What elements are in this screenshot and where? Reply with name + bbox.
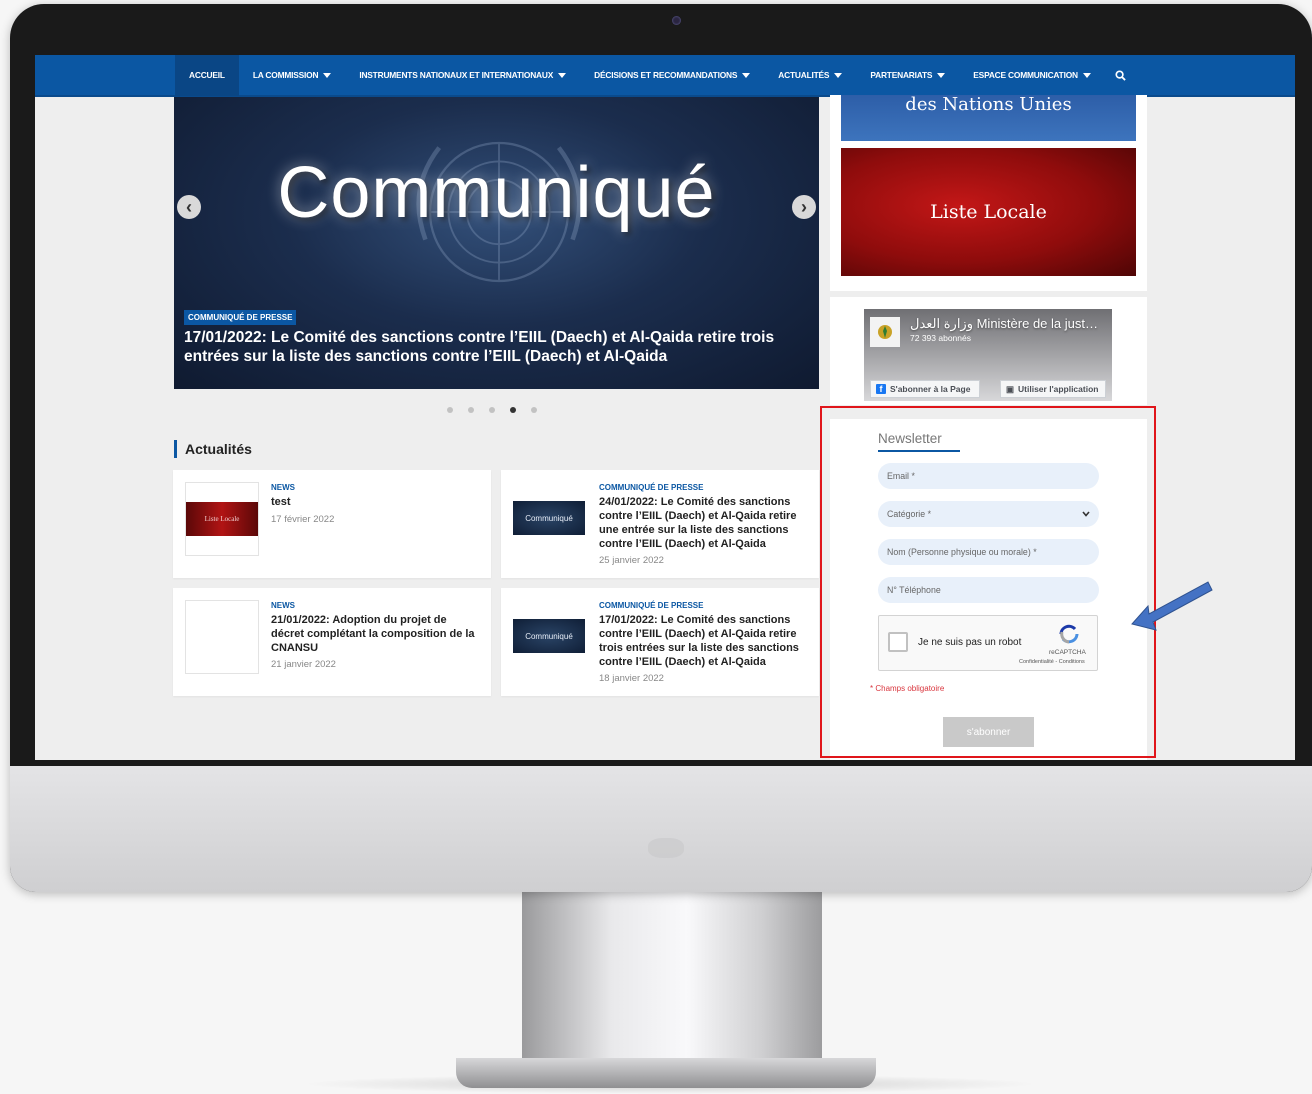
facebook-followers: 72 393 abonnés — [910, 333, 971, 343]
banner-nations-unies[interactable]: des Nations Unies — [841, 95, 1136, 141]
news-card[interactable]: Communiqué COMMUNIQUÉ DE PRESSE 17/01/20… — [501, 588, 819, 696]
nav-item-instruments[interactable]: INSTRUMENTS NATIONAUX ET INTERNATIONAUX — [345, 55, 580, 96]
search-icon[interactable] — [1113, 67, 1129, 83]
news-card[interactable]: Liste Locale NEWS test 17 février 2022 — [173, 470, 491, 578]
chevron-right-icon: › — [801, 196, 807, 217]
facebook-app-button[interactable]: ▣ Utiliser l'application — [1000, 380, 1106, 398]
facebook-widget-box: وزارة العدل Ministère de la just… 72 393… — [830, 297, 1147, 405]
monitor-stand-base — [456, 1058, 876, 1088]
nav-item-accueil[interactable]: ACCUEIL — [175, 55, 239, 96]
caret-down-icon — [834, 72, 843, 78]
news-title[interactable]: 21/01/2022: Adoption du projet de décret… — [271, 613, 481, 655]
caret-down-icon — [937, 72, 946, 78]
news-date: 18 janvier 2022 — [599, 673, 664, 684]
facebook-follow-button[interactable]: f S'abonner à la Page — [870, 380, 980, 398]
nav-item-actualites[interactable]: ACTUALITÉS — [764, 55, 856, 96]
category-select-value: Catégorie * — [887, 509, 932, 519]
news-category[interactable]: COMMUNIQUÉ DE PRESSE — [599, 483, 703, 492]
recaptcha-links[interactable]: Confidentialité - Conditions — [1019, 659, 1085, 665]
nav-item-la-commission[interactable]: LA COMMISSION — [239, 55, 345, 96]
slide-category-badge[interactable]: COMMUNIQUÉ DE PRESSE — [184, 310, 297, 325]
pointer-arrow-icon — [1131, 581, 1213, 631]
browser-viewport: ACCUEIL LA COMMISSION INSTRUMENTS NATION… — [35, 55, 1295, 760]
slide-title[interactable]: 17/01/2022: Le Comité des sanctions cont… — [184, 328, 804, 366]
news-date: 21 janvier 2022 — [271, 659, 336, 670]
section-title-actualites: Actualités — [174, 440, 252, 458]
news-title[interactable]: test — [271, 495, 481, 509]
facebook-icon: f — [876, 384, 886, 394]
monitor-stand — [522, 892, 822, 1072]
news-thumbnail: Communiqué — [513, 482, 587, 556]
news-category[interactable]: COMMUNIQUÉ DE PRESSE — [599, 601, 703, 610]
newsletter-widget: Newsletter Email * Catégorie * Nom (Pers… — [830, 419, 1147, 760]
sidebar-banners: des Nations Unies Liste Locale — [830, 95, 1147, 291]
category-select[interactable]: Catégorie * — [878, 501, 1099, 527]
nav-item-espace-communication[interactable]: ESPACE COMMUNICATION — [959, 55, 1105, 96]
nav-item-decisions[interactable]: DÉCISIONS ET RECOMMANDATIONS — [580, 55, 764, 96]
camera-icon — [672, 16, 681, 25]
news-title[interactable]: 24/01/2022: Le Comité des sanctions cont… — [599, 495, 809, 551]
banner-label: Liste Locale — [930, 201, 1047, 223]
caret-down-icon — [1082, 72, 1091, 78]
banner-label: des Nations Unies — [905, 94, 1072, 115]
recaptcha-widget: Je ne suis pas un robot reCAPTCHA Confid… — [878, 615, 1098, 671]
news-thumbnail: Liste Locale — [185, 482, 259, 556]
page-logo-icon — [870, 317, 900, 347]
news-date: 25 janvier 2022 — [599, 555, 664, 566]
nav-item-partenariats[interactable]: PARTENARIATS — [856, 55, 959, 96]
slide-image-text: Communiqué — [277, 153, 716, 233]
news-title[interactable]: 17/01/2022: Le Comité des sanctions cont… — [599, 613, 809, 669]
facebook-page-widget[interactable]: وزارة العدل Ministère de la just… 72 393… — [864, 309, 1112, 401]
banner-liste-locale[interactable]: Liste Locale — [841, 148, 1136, 276]
news-thumbnail: Communiqué — [513, 600, 587, 674]
required-fields-note: * Champs obligatoire — [870, 684, 945, 693]
caret-down-icon — [558, 72, 567, 78]
facebook-page-name[interactable]: وزارة العدل Ministère de la just… — [910, 316, 1098, 332]
news-date: 17 février 2022 — [271, 514, 335, 525]
slider-dot[interactable] — [447, 407, 453, 413]
recaptcha-label: Je ne suis pas un robot — [918, 637, 1022, 648]
newsletter-title: Newsletter — [878, 431, 960, 452]
slider-dot-active[interactable] — [510, 407, 516, 413]
recaptcha-checkbox[interactable] — [888, 632, 908, 652]
recaptcha-brand: reCAPTCHA — [1049, 649, 1086, 656]
slider-dot[interactable] — [468, 407, 474, 413]
subscribe-button[interactable]: s'abonner — [943, 717, 1034, 747]
news-card[interactable]: NEWS 21/01/2022: Adoption du projet de d… — [173, 588, 491, 696]
apple-logo-icon — [648, 838, 684, 858]
news-category[interactable]: NEWS — [271, 483, 295, 492]
email-field[interactable]: Email * — [878, 463, 1099, 489]
thumbnail-text: Communiqué — [513, 619, 585, 653]
caret-down-icon — [323, 72, 332, 78]
caret-down-icon — [742, 72, 751, 78]
monitor-chin — [10, 766, 1312, 892]
chevron-down-icon — [1082, 511, 1090, 517]
main-navigation: ACCUEIL LA COMMISSION INSTRUMENTS NATION… — [35, 55, 1295, 97]
name-field[interactable]: Nom (Personne physique ou morale) * — [878, 539, 1099, 565]
thumbnail-text: Liste Locale — [186, 502, 258, 536]
phone-field[interactable]: N° Téléphone — [878, 577, 1099, 603]
hero-slider: Communiqué ‹ › COMMUNIQUÉ DE PRESSE 17/0… — [174, 97, 819, 389]
news-card[interactable]: Communiqué COMMUNIQUÉ DE PRESSE 24/01/20… — [501, 470, 819, 578]
thumbnail-text: Communiqué — [513, 501, 585, 535]
cube-icon: ▣ — [1006, 383, 1015, 394]
news-category[interactable]: NEWS — [271, 601, 295, 610]
slider-dot[interactable] — [531, 407, 537, 413]
chevron-left-icon: ‹ — [186, 196, 192, 217]
slider-pagination — [447, 407, 537, 413]
news-thumbnail — [185, 600, 259, 674]
recaptcha-icon — [1059, 624, 1079, 644]
slider-next-button[interactable]: › — [792, 195, 816, 219]
slider-prev-button[interactable]: ‹ — [177, 195, 201, 219]
slider-dot[interactable] — [489, 407, 495, 413]
